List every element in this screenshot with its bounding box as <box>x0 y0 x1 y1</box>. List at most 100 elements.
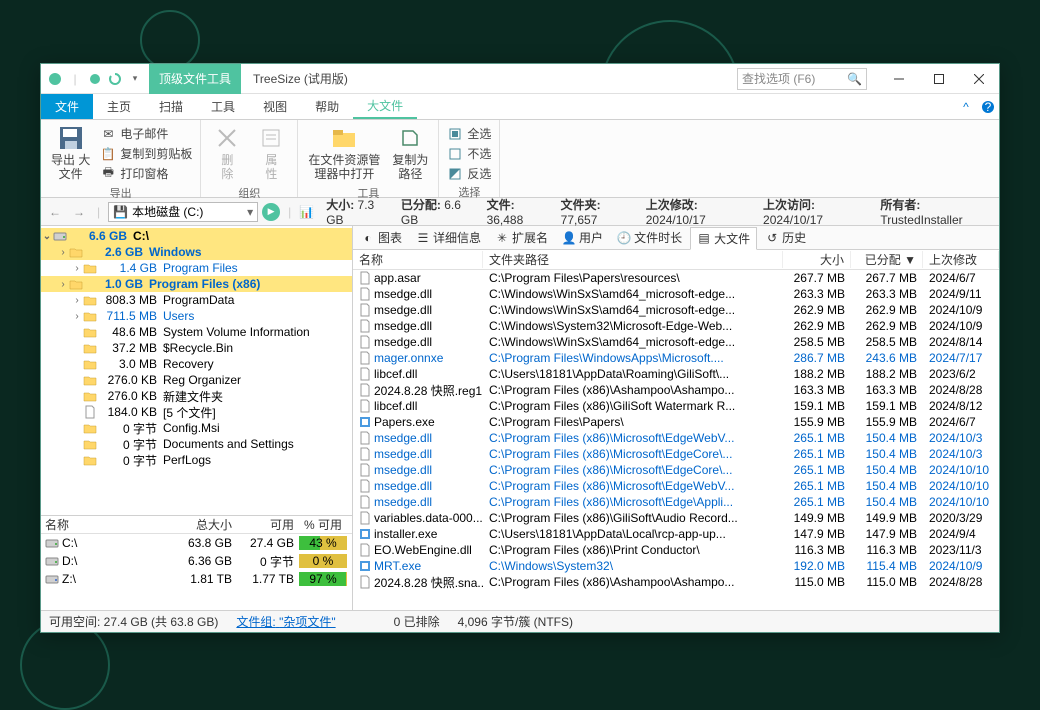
file-row[interactable]: msedge.dllC:\Program Files (x86)\Microso… <box>353 478 999 494</box>
qat-scan-icon[interactable] <box>87 71 103 87</box>
file-row[interactable]: libcef.dllC:\Users\18181\AppData\Roaming… <box>353 366 999 382</box>
tree-row[interactable]: ›711.5 MBUsers <box>41 308 352 324</box>
col-pct[interactable]: % 可用 <box>294 516 348 533</box>
drive-row[interactable]: Z:\1.81 TB1.77 TB97 % <box>41 570 352 588</box>
vtab-history[interactable]: ↺历史 <box>759 227 812 248</box>
tree-row[interactable]: 0 字节PerfLogs <box>41 452 352 468</box>
file-row[interactable]: msedge.dllC:\Program Files (x86)\Microso… <box>353 446 999 462</box>
email-button[interactable]: ✉电子邮件 <box>98 124 194 143</box>
file-row[interactable]: variables.data-000...C:\Program Files (x… <box>353 510 999 526</box>
vtab-age[interactable]: 🕘文件时长 <box>611 227 688 248</box>
expand-icon[interactable]: › <box>57 247 69 258</box>
col-total[interactable]: 总大小 <box>170 516 232 533</box>
vtab-ext[interactable]: ✳扩展名 <box>489 227 554 248</box>
drive-row[interactable]: D:\6.36 GB0 字节0 % <box>41 552 352 570</box>
maximize-button[interactable] <box>919 64 959 94</box>
file-row[interactable]: msedge.dllC:\Program Files (x86)\Microso… <box>353 462 999 478</box>
file-row[interactable]: msedge.dllC:\Program Files (x86)\Microso… <box>353 494 999 510</box>
tree-row[interactable]: ›2.6 GBWindows <box>41 244 352 260</box>
qat-dropdown-icon[interactable]: ▾ <box>127 71 143 87</box>
expand-icon[interactable]: ⌄ <box>41 231 53 242</box>
nav-fwd-icon[interactable]: → <box>69 205 89 219</box>
file-row[interactable]: msedge.dllC:\Program Files (x86)\Microso… <box>353 430 999 446</box>
file-row[interactable]: msedge.dllC:\Windows\WinSxS\amd64_micros… <box>353 302 999 318</box>
tab-view[interactable]: 视图 <box>249 94 301 119</box>
vtab-users[interactable]: 👤用户 <box>556 227 609 248</box>
file-row[interactable]: MRT.exeC:\Windows\System32\192.0 MB115.4… <box>353 558 999 574</box>
col-filedate[interactable]: 上次修改 <box>923 251 999 268</box>
vtab-big[interactable]: ▤大文件 <box>690 227 757 250</box>
tab-file[interactable]: 文件 <box>41 94 93 119</box>
file-icon <box>359 303 371 317</box>
export-button[interactable]: 导出 大 文件 <box>47 122 94 184</box>
vtab-details[interactable]: ☰详细信息 <box>410 227 487 248</box>
chevron-down-icon[interactable]: ▾ <box>247 205 253 219</box>
file-list[interactable]: app.asarC:\Program Files\Papers\resource… <box>353 270 999 610</box>
help-icon[interactable]: ? <box>977 94 999 119</box>
tree-row[interactable]: 184.0 KB[5 个文件] <box>41 404 352 420</box>
file-row[interactable]: 2024.8.28 快照.sna...C:\Program Files (x86… <box>353 574 999 590</box>
col-filesize[interactable]: 大小 <box>783 251 851 268</box>
file-row[interactable]: msedge.dllC:\Windows\WinSxS\amd64_micros… <box>353 286 999 302</box>
file-row[interactable]: Papers.exeC:\Program Files\Papers\155.9 … <box>353 414 999 430</box>
qat-refresh-icon[interactable] <box>107 71 123 87</box>
expand-icon[interactable]: › <box>71 263 83 274</box>
select-invert-button[interactable]: 反选 <box>445 164 493 183</box>
ext-icon: ✳ <box>495 231 509 245</box>
col-name[interactable]: 名称 <box>45 516 170 533</box>
tree-row[interactable]: 0 字节Documents and Settings <box>41 436 352 452</box>
col-filealloc[interactable]: 已分配 ▼ <box>851 251 923 268</box>
tree-size: 37.2 MB <box>97 341 157 355</box>
nav-back-icon[interactable]: ← <box>45 205 65 219</box>
directory-tree[interactable]: ⌄6.6 GBC:\›2.6 GBWindows›1.4 GBProgram F… <box>41 226 352 515</box>
col-filename[interactable]: 名称 <box>353 251 483 268</box>
file-row[interactable]: app.asarC:\Program Files\Papers\resource… <box>353 270 999 286</box>
open-explorer-button[interactable]: 在文件资源管 理器中打开 <box>304 122 384 184</box>
copy-clipboard-button[interactable]: 📋复制到剪贴板 <box>98 144 194 163</box>
tab-scan[interactable]: 扫描 <box>145 94 197 119</box>
col-filepath[interactable]: 文件夹路径 <box>483 251 783 268</box>
tab-tools[interactable]: 工具 <box>197 94 249 119</box>
tab-bigfiles[interactable]: 大文件 <box>353 94 417 119</box>
select-all-button[interactable]: 全选 <box>445 124 493 143</box>
tree-row[interactable]: 276.0 KBReg Organizer <box>41 372 352 388</box>
vtab-chart[interactable]: ◐图表 <box>355 227 408 248</box>
file-icon <box>359 463 371 477</box>
file-row[interactable]: libcef.dllC:\Program Files (x86)\GiliSof… <box>353 398 999 414</box>
file-row[interactable]: msedge.dllC:\Windows\System32\Microsoft-… <box>353 318 999 334</box>
expand-icon[interactable]: › <box>71 295 83 306</box>
tree-row[interactable]: 0 字节Config.Msi <box>41 420 352 436</box>
tree-row[interactable]: 48.6 MBSystem Volume Information <box>41 324 352 340</box>
file-row[interactable]: EO.WebEngine.dllC:\Program Files (x86)\P… <box>353 542 999 558</box>
go-button[interactable]: ▶ <box>262 203 280 221</box>
size-mode-icon[interactable]: 📊 <box>299 205 314 219</box>
folder-icon <box>83 422 97 434</box>
minimize-button[interactable] <box>879 64 919 94</box>
options-search-input[interactable]: 查找选项 (F6) 🔍 <box>737 68 867 90</box>
expand-icon[interactable]: › <box>57 279 69 290</box>
file-row[interactable]: 2024.8.28 快照.reg1C:\Program Files (x86)\… <box>353 382 999 398</box>
tree-row[interactable]: ›1.4 GBProgram Files <box>41 260 352 276</box>
tree-row[interactable]: ›1.0 GBProgram Files (x86) <box>41 276 352 292</box>
file-row[interactable]: msedge.dllC:\Windows\WinSxS\amd64_micros… <box>353 334 999 350</box>
tree-row[interactable]: ⌄6.6 GBC:\ <box>41 228 352 244</box>
tree-row[interactable]: 3.0 MBRecovery <box>41 356 352 372</box>
tree-row[interactable]: 276.0 KB新建文件夹 <box>41 388 352 404</box>
tree-row[interactable]: 37.2 MB$Recycle.Bin <box>41 340 352 356</box>
tab-home[interactable]: 主页 <box>93 94 145 119</box>
copy-path-button[interactable]: 复制为 路径 <box>388 122 432 184</box>
print-grid-button[interactable]: 🖶打印窗格 <box>98 164 194 183</box>
expand-icon[interactable]: › <box>71 311 83 322</box>
tab-help[interactable]: 帮助 <box>301 94 353 119</box>
tree-row[interactable]: ›808.3 MBProgramData <box>41 292 352 308</box>
file-row[interactable]: mager.onnxeC:\Program Files\WindowsApps\… <box>353 350 999 366</box>
drive-table[interactable]: 名称 总大小 可用 % 可用 C:\63.8 GB27.4 GB43 %D:\6… <box>41 515 352 610</box>
drive-row[interactable]: C:\63.8 GB27.4 GB43 % <box>41 534 352 552</box>
file-row[interactable]: installer.exeC:\Users\18181\AppData\Loca… <box>353 526 999 542</box>
path-combo[interactable]: 💾 本地磁盘 (C:) ▾ <box>108 202 258 222</box>
col-free[interactable]: 可用 <box>232 516 294 533</box>
status-filter[interactable]: 文件组: "杂项文件" <box>236 613 335 630</box>
select-none-button[interactable]: 不选 <box>445 144 493 163</box>
collapse-ribbon-icon[interactable]: ^ <box>955 94 977 119</box>
close-button[interactable] <box>959 64 999 94</box>
